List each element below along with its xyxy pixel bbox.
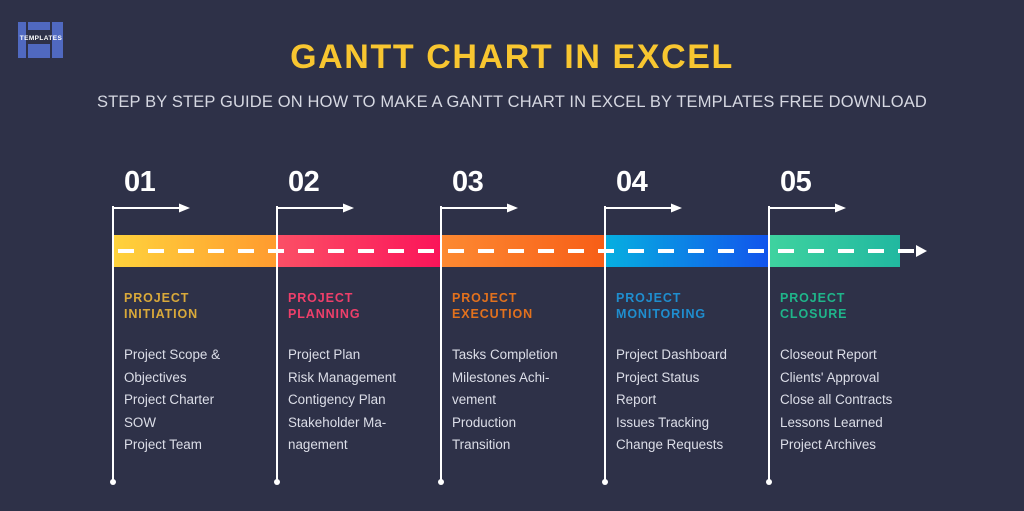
step-item-list: Project Plan Risk Management Contigency Pl… — [288, 344, 440, 457]
timeline-step[interactable]: 04 PROJECT MONITORING Project Dashboard Pro… — [602, 0, 768, 511]
step-spine — [768, 206, 770, 483]
step-spine — [604, 206, 606, 483]
step-heading: PROJECT CLOSURE — [780, 291, 848, 321]
step-spine-end-dot — [766, 479, 772, 485]
step-heading: PROJECT PLANNING — [288, 291, 361, 321]
step-direction-arrow-icon — [606, 203, 682, 213]
step-spine — [112, 206, 114, 483]
list-item: Project Scope & — [124, 347, 221, 362]
timeline-step[interactable]: 02 PROJECT PLANNING Project Plan Risk Manag… — [274, 0, 440, 511]
list-item: Objectives — [124, 369, 187, 385]
step-item-list: Project Scope & Objectives Project Charter… — [124, 344, 276, 457]
list-item: Project Dashboard — [616, 347, 727, 362]
list-item: Lessons Learned — [780, 414, 883, 430]
list-item: Closeout Report — [780, 347, 877, 362]
list-item: Tasks Completion — [452, 347, 558, 362]
list-item: Close all Contracts — [780, 392, 893, 407]
step-heading: PROJECT MONITORING — [616, 291, 707, 321]
list-item: Contigency Plan — [288, 392, 386, 407]
timeline-step[interactable]: 05 PROJECT CLOSURE Closeout Report Clients'… — [766, 0, 932, 511]
list-item: Project Charter — [124, 392, 215, 407]
step-number: 01 — [124, 166, 156, 198]
list-item: nagement — [288, 437, 348, 452]
step-number: 02 — [288, 166, 320, 198]
step-number: 04 — [616, 166, 648, 198]
list-item: Production — [452, 414, 517, 430]
list-item: Project Archives — [780, 437, 877, 452]
step-spine-end-dot — [110, 479, 116, 485]
step-direction-arrow-icon — [114, 203, 190, 213]
step-spine-end-dot — [274, 479, 280, 485]
step-item-list: Project Dashboard Project Status Report Iss… — [616, 344, 768, 457]
list-item: Project Plan — [288, 347, 361, 362]
step-number: 03 — [452, 166, 484, 198]
list-item: Issues Tracking — [616, 414, 710, 430]
step-number: 05 — [780, 166, 812, 198]
list-item: Transition — [452, 437, 511, 452]
list-item: Stakeholder Ma- — [288, 414, 387, 430]
list-item: vement — [452, 392, 496, 407]
step-item-list: Closeout Report Clients' Approval Close al… — [780, 344, 932, 457]
list-item: Clients' Approval — [780, 369, 880, 385]
list-item: Risk Management — [288, 369, 396, 385]
step-spine-end-dot — [602, 479, 608, 485]
step-item-list: Tasks Completion Milestones Achi-vement Pr… — [452, 344, 604, 457]
timeline-step[interactable]: 03 PROJECT EXECUTION Tasks Completion Miles… — [438, 0, 604, 511]
list-item: Milestones Achi- — [452, 369, 550, 385]
list-item: Change Requests — [616, 437, 724, 452]
step-spine — [440, 206, 442, 483]
step-spine-end-dot — [438, 479, 444, 485]
timeline-step[interactable]: 01 PROJECT INITIATION Project Scope & Objec… — [110, 0, 276, 511]
timeline-diagram: 01 PROJECT INITIATION Project Scope & Objec… — [0, 0, 1024, 511]
step-direction-arrow-icon — [442, 203, 518, 213]
list-item: SOW — [124, 414, 156, 430]
step-heading: PROJECT EXECUTION — [452, 291, 534, 321]
step-heading: PROJECT INITIATION — [124, 291, 199, 321]
list-item: Project Status — [616, 369, 700, 385]
list-item: Project Team — [124, 437, 202, 452]
step-spine — [276, 206, 278, 483]
list-item: Report — [616, 392, 657, 407]
step-direction-arrow-icon — [278, 203, 354, 213]
step-direction-arrow-icon — [770, 203, 846, 213]
